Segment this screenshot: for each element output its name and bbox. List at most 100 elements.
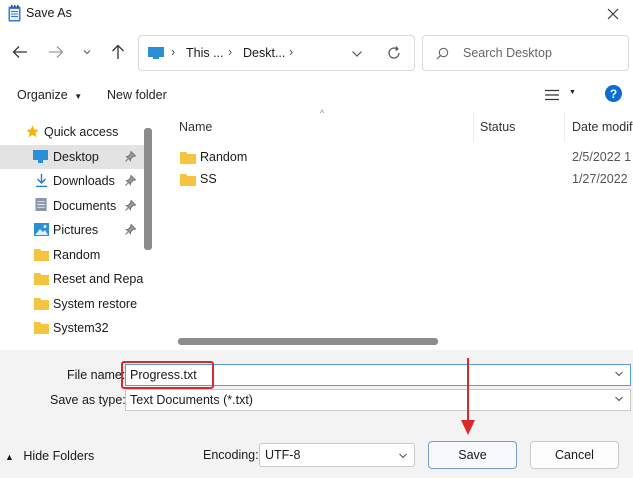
up-button[interactable] xyxy=(105,39,131,65)
search-input[interactable]: Search Desktop xyxy=(463,46,552,60)
sidebar-item-system32[interactable]: System32 xyxy=(0,316,144,340)
column-header-name[interactable]: Name xyxy=(179,120,212,134)
highlight-annotation xyxy=(121,361,214,389)
download-icon xyxy=(36,174,47,187)
caret-down-icon: ▼ xyxy=(74,92,83,101)
sidebar-item-label: Downloads xyxy=(53,174,115,188)
breadcrumb-this-pc[interactable]: This ... xyxy=(186,46,224,60)
sidebar-item-label: Reset and Repair xyxy=(53,272,144,286)
breadcrumb-desktop[interactable]: Deskt... xyxy=(243,46,285,60)
pin-icon xyxy=(125,151,136,162)
chevron-down-icon[interactable] xyxy=(351,50,363,58)
breadcrumb-separator: › xyxy=(289,45,294,59)
sidebar-item-pictures[interactable]: Pictures xyxy=(0,218,144,242)
new-folder-button[interactable]: New folder xyxy=(107,88,167,102)
star-icon xyxy=(26,125,39,138)
save-as-type-select[interactable]: Text Documents (*.txt) xyxy=(125,389,631,411)
sidebar-item-label: Pictures xyxy=(53,223,99,237)
sidebar-item-label: System restore xyxy=(53,297,138,311)
encoding-select[interactable]: UTF-8 xyxy=(259,443,415,467)
organize-button[interactable]: Organize ▼ xyxy=(17,88,82,102)
recent-locations-button[interactable] xyxy=(74,39,100,65)
encoding-label: Encoding: xyxy=(203,448,259,462)
command-toolbar: Organize ▼ New folder ▼ ? xyxy=(0,80,633,112)
sidebar-item-system-restore[interactable]: System restore xyxy=(0,292,144,316)
pin-icon xyxy=(125,200,136,211)
back-button[interactable] xyxy=(7,39,33,65)
sidebar-item-downloads[interactable]: Downloads xyxy=(0,169,144,193)
sidebar-item-documents[interactable]: Documents xyxy=(0,194,144,218)
encoding-value: UTF-8 xyxy=(265,448,301,462)
file-date: 1/27/2022 xyxy=(572,172,628,186)
file-list: ^ Name Status Date modif Random 2/5/2022… xyxy=(154,108,633,348)
annotation-arrow-icon xyxy=(461,358,475,435)
breadcrumb-separator: › xyxy=(228,45,233,59)
file-row-random[interactable]: Random 2/5/2022 1 xyxy=(154,147,633,169)
hide-folders-button[interactable]: ▲ Hide Folders xyxy=(5,449,94,463)
chevron-down-icon xyxy=(615,396,623,402)
folder-icon xyxy=(34,249,49,261)
sidebar-item-label: Quick access xyxy=(44,125,119,139)
search-box[interactable]: Search Desktop xyxy=(422,35,629,71)
file-name: Random xyxy=(200,150,248,164)
save-as-type-label: Save as type: xyxy=(50,393,126,407)
column-divider[interactable] xyxy=(564,112,565,142)
help-icon: ? xyxy=(609,86,618,101)
arrow-left-icon xyxy=(12,46,27,58)
sidebar-item-label: System32 xyxy=(53,321,109,335)
cancel-button[interactable]: Cancel xyxy=(530,441,619,469)
sidebar-item-label: Desktop xyxy=(53,150,99,164)
help-button[interactable]: ? xyxy=(605,85,622,102)
close-icon xyxy=(607,8,619,20)
pictures-icon xyxy=(34,223,49,236)
folder-icon xyxy=(34,322,49,334)
view-options-button[interactable]: ▼ xyxy=(545,87,576,105)
file-date: 2/5/2022 1 xyxy=(572,150,632,164)
arrow-right-icon xyxy=(49,46,64,58)
close-button[interactable] xyxy=(593,0,633,28)
column-header-date-modified[interactable]: Date modif xyxy=(572,120,632,134)
sidebar-item-random[interactable]: Random xyxy=(0,243,144,267)
caret-down-icon: ▼ xyxy=(569,89,576,96)
refresh-icon[interactable] xyxy=(387,46,401,60)
chevron-down-icon xyxy=(83,50,91,55)
save-button[interactable]: Save xyxy=(428,441,517,469)
sidebar-item-reset-and-repair[interactable]: Reset and Repair xyxy=(0,267,144,291)
title-bar: Save As xyxy=(0,0,633,28)
save-as-type-value: Text Documents (*.txt) xyxy=(130,393,253,407)
arrow-up-icon xyxy=(112,44,124,59)
chevron-up-icon: ▲ xyxy=(5,452,14,462)
desktop-icon xyxy=(148,47,164,59)
notepad-icon xyxy=(8,5,21,22)
sidebar-item-desktop[interactable]: Desktop xyxy=(0,145,144,169)
chevron-down-icon[interactable] xyxy=(614,370,624,378)
address-bar[interactable]: › This ... › Deskt... › xyxy=(138,35,415,71)
folder-icon xyxy=(34,273,49,285)
sidebar-item-quick-access[interactable]: Quick access xyxy=(0,120,144,144)
column-divider[interactable] xyxy=(473,112,474,142)
documents-icon xyxy=(35,198,47,211)
folder-icon xyxy=(180,152,196,164)
sort-ascending-icon: ^ xyxy=(320,108,325,118)
organize-label: Organize xyxy=(17,88,68,102)
chevron-down-icon xyxy=(399,453,407,459)
column-header-status[interactable]: Status xyxy=(480,120,515,134)
breadcrumb-separator: › xyxy=(171,45,176,59)
sidebar-scrollbar[interactable] xyxy=(144,128,152,250)
sidebar-item-label: Random xyxy=(53,248,101,262)
search-icon xyxy=(436,47,449,60)
file-name-label: File name: xyxy=(67,368,126,382)
forward-button[interactable] xyxy=(43,39,69,65)
folder-icon xyxy=(34,298,49,310)
file-name: SS xyxy=(200,172,217,186)
pin-icon xyxy=(125,224,136,235)
pin-icon xyxy=(125,175,136,186)
file-list-scrollbar[interactable] xyxy=(178,338,438,345)
folder-icon xyxy=(180,174,196,186)
sidebar-item-label: Documents xyxy=(53,199,117,213)
window-title: Save As xyxy=(26,6,72,20)
hide-folders-label: Hide Folders xyxy=(23,449,95,463)
file-row-ss[interactable]: SS 1/27/2022 xyxy=(154,169,633,191)
desktop-icon xyxy=(33,150,48,163)
list-view-icon xyxy=(545,89,559,101)
